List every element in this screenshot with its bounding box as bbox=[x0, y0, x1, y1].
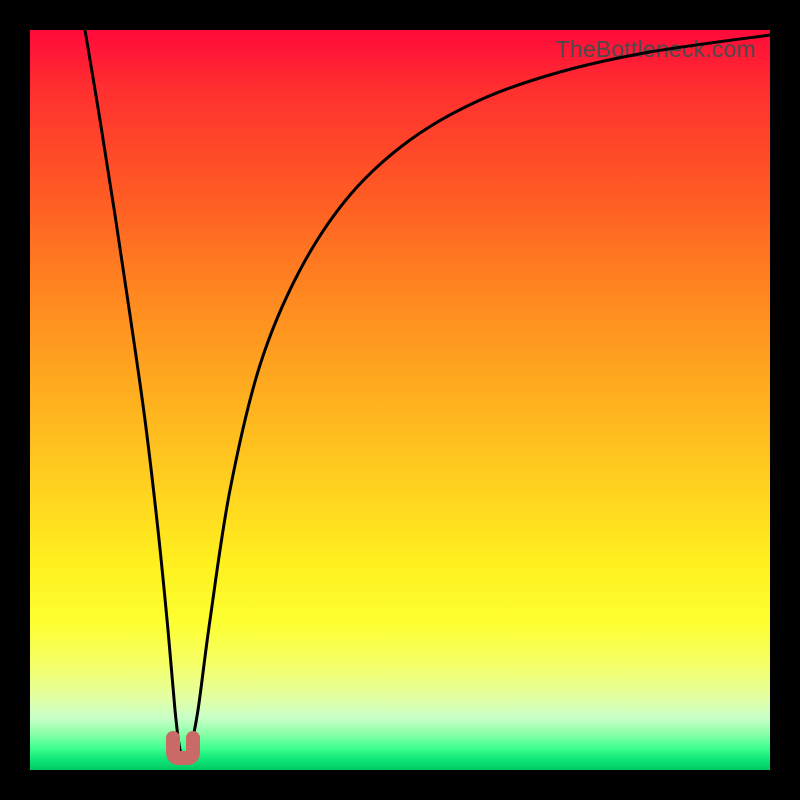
bottleneck-chart-svg bbox=[30, 30, 770, 770]
chart-plot-area: TheBottleneck.com bbox=[30, 30, 770, 770]
bottleneck-curve-path bbox=[85, 30, 770, 760]
optimal-marker bbox=[173, 738, 193, 758]
